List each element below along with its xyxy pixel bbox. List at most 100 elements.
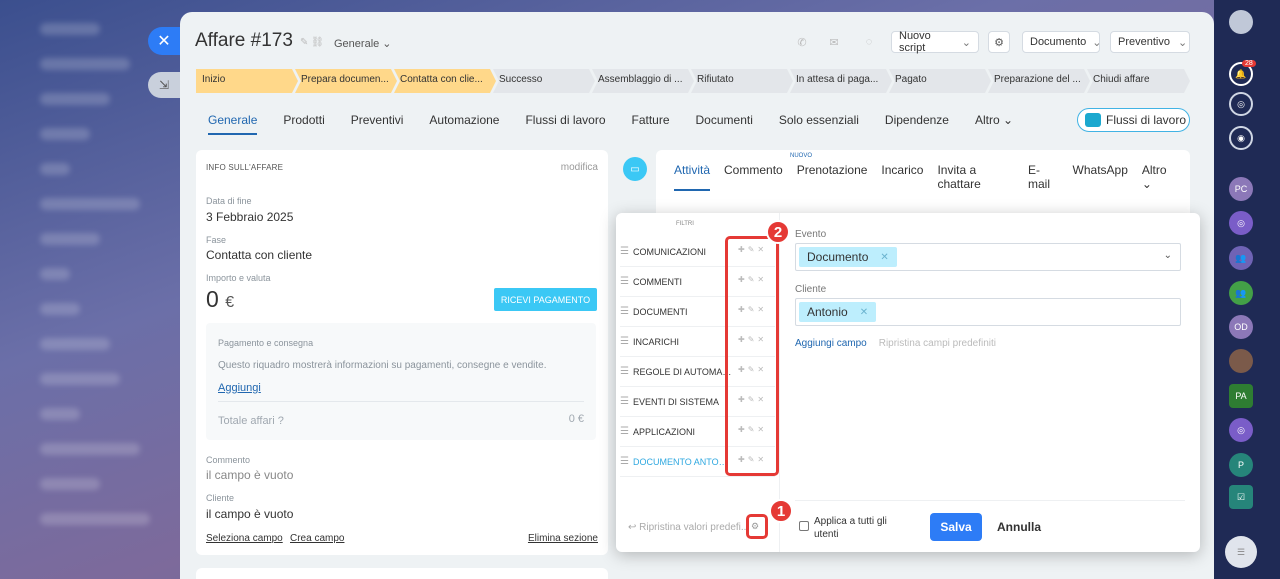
tab-generale[interactable]: Generale [208,113,258,135]
remove-chip-icon[interactable]: ✕ [860,307,868,318]
tab-automazione[interactable]: Automazione [429,113,499,135]
tab-incarico[interactable]: Incarico [881,163,923,191]
category-select[interactable]: Generale ⌄ [334,37,392,50]
stage-item[interactable]: Assemblaggio di ... [592,69,694,93]
amount-value: 0 € [206,286,234,313]
tab-dipendenze[interactable]: Dipendenze [885,113,949,135]
activity-tabs: Attività Commento Prenotazione Incarico … [674,163,1190,191]
drag-handle-icon[interactable]: ☰ [620,336,629,347]
event-chip-label: Documento [807,250,869,264]
stage-item[interactable]: Prepara documen... [295,69,397,93]
chevron-down-icon[interactable]: ⌄ [1164,250,1172,261]
avatar-pc[interactable]: PC [1229,177,1253,201]
stage-item[interactable]: Contatta con clie... [394,69,496,93]
tab-solo-essenziali[interactable]: Solo essenziali [779,113,859,135]
select-field-link[interactable]: Seleziona campo [206,533,283,544]
avatar-photo[interactable] [1229,349,1253,373]
filter-item-label: INCARICHI [632,336,679,347]
drag-handle-icon[interactable]: ☰ [620,456,629,467]
group-green-icon[interactable]: 👥 [1229,281,1253,305]
tab-flussi[interactable]: Flussi di lavoro [525,113,605,135]
add-link[interactable]: Aggiungi [218,382,261,394]
stage-item[interactable]: Chiudi affare [1087,69,1190,93]
channel-icon[interactable]: ◎ [1229,211,1253,235]
comment-label: Commento [206,455,251,465]
menu-icon[interactable]: ☰ [1225,536,1257,568]
tab-documenti[interactable]: Documenti [696,113,753,135]
tab-invita[interactable]: Invita a chattare [937,163,1014,191]
apply-all-checkbox[interactable] [799,521,809,531]
end-date-value: 3 Febbraio 2025 [206,210,294,224]
reset-icon: ↩ [628,522,637,533]
message-icon[interactable]: ◉ [1229,126,1253,150]
help-icon[interactable]: ? [278,415,284,427]
drag-handle-icon[interactable]: ☰ [620,306,629,317]
save-button[interactable]: Salva [930,513,982,541]
task-icon[interactable]: ☑ [1229,485,1253,509]
tab-preventivi[interactable]: Preventivi [351,113,404,135]
event-field[interactable]: Documento ✕ ⌄ [795,243,1181,271]
chevron-down-icon: ⌄ [1092,36,1102,49]
mail-icon[interactable]: ✉ [823,31,845,53]
tab-commento[interactable]: Commento [724,163,783,191]
chat-icon[interactable]: ◎ [1229,92,1253,116]
amount-number: 0 [206,286,219,312]
receive-payment-button[interactable]: RICEVI PAGAMENTO [494,288,597,311]
avatar-pa[interactable]: PA [1229,384,1253,408]
edit-title-icon[interactable]: ✎ ⛓ [300,37,324,48]
tab-prodotti[interactable]: Prodotti [283,113,324,135]
stage-item[interactable]: Inizio [196,69,298,93]
stage-bar: Inizio Prepara documen... Contatta con c… [196,69,1190,93]
client-field[interactable]: Antonio ✕ [795,298,1181,326]
drag-handle-icon[interactable]: ☰ [620,396,629,407]
avatar-od[interactable]: OD [1229,315,1253,339]
tab-prenotazione[interactable]: Prenotazione [797,163,868,191]
drag-handle-icon[interactable]: ☰ [620,366,629,377]
tab-attivita[interactable]: Attività [674,163,711,191]
group-icon[interactable]: 👥 [1229,246,1253,270]
cancel-button[interactable]: Annulla [997,520,1041,534]
add-field-link[interactable]: Aggiungi campo [795,338,867,349]
stage-item[interactable]: In attesa di paga... [790,69,892,93]
event-label: Evento [795,229,827,240]
user-avatar[interactable] [1229,10,1253,34]
quote-button[interactable]: Preventivo ⌄ [1110,31,1190,53]
document-button[interactable]: Documento ⌄ [1022,31,1102,53]
channel-icon-2[interactable]: ◎ [1229,418,1253,442]
workflows-button[interactable]: Flussi di lavoro [1077,108,1190,132]
create-field-link[interactable]: Crea campo [290,533,344,544]
reset-fields-link[interactable]: Ripristina campi predefiniti [879,338,996,349]
settings-gear-icon[interactable]: ⚙ [988,31,1010,53]
tab-whatsapp[interactable]: WhatsApp [1073,163,1128,191]
annotation-highlight-actions [725,236,779,476]
tab-altro[interactable]: Altro ⌄ [1142,163,1176,191]
section-title: INFO SULL'AFFARE [206,163,284,172]
edit-section-link[interactable]: modifica [561,162,598,173]
tab-altro[interactable]: Altro ⌄ [975,113,1013,135]
document-label: Documento [1030,36,1087,48]
avatar-p[interactable]: P [1229,453,1253,477]
close-icon[interactable]: ✕ [148,27,180,55]
drag-handle-icon[interactable]: ☰ [620,276,629,287]
stage-item[interactable]: Preparazione del ... [988,69,1090,93]
drag-handle-icon[interactable]: ☰ [620,426,629,437]
filter-item-label: COMUNICAZIONI [632,246,706,257]
drag-handle-icon[interactable]: ☰ [620,246,629,257]
collapse-icon[interactable]: ⇲ [148,72,180,98]
annotation-badge-2: 2 [766,220,790,244]
new-badge: NUOVO [790,153,813,159]
remove-chip-icon[interactable]: ✕ [880,252,888,263]
phone-icon[interactable]: ✆ [791,31,813,53]
client-label: Cliente [795,284,827,295]
chat-bubble-icon[interactable]: ◌ [858,31,880,53]
new-script-button[interactable]: Nuovo script ⌄ [891,30,979,54]
delete-section-link[interactable]: Elimina sezione [528,533,598,544]
tab-email[interactable]: E-mail [1028,163,1059,191]
stage-item[interactable]: Pagato [889,69,991,93]
comment-value: il campo è vuoto [206,468,294,482]
stage-item[interactable]: Successo [493,69,595,93]
divider [795,500,1185,501]
reset-defaults-link[interactable]: ↩ Ripristina valori predefi... [628,522,749,533]
tab-fatture[interactable]: Fatture [632,113,670,135]
stage-item[interactable]: Rifiutato [691,69,793,93]
